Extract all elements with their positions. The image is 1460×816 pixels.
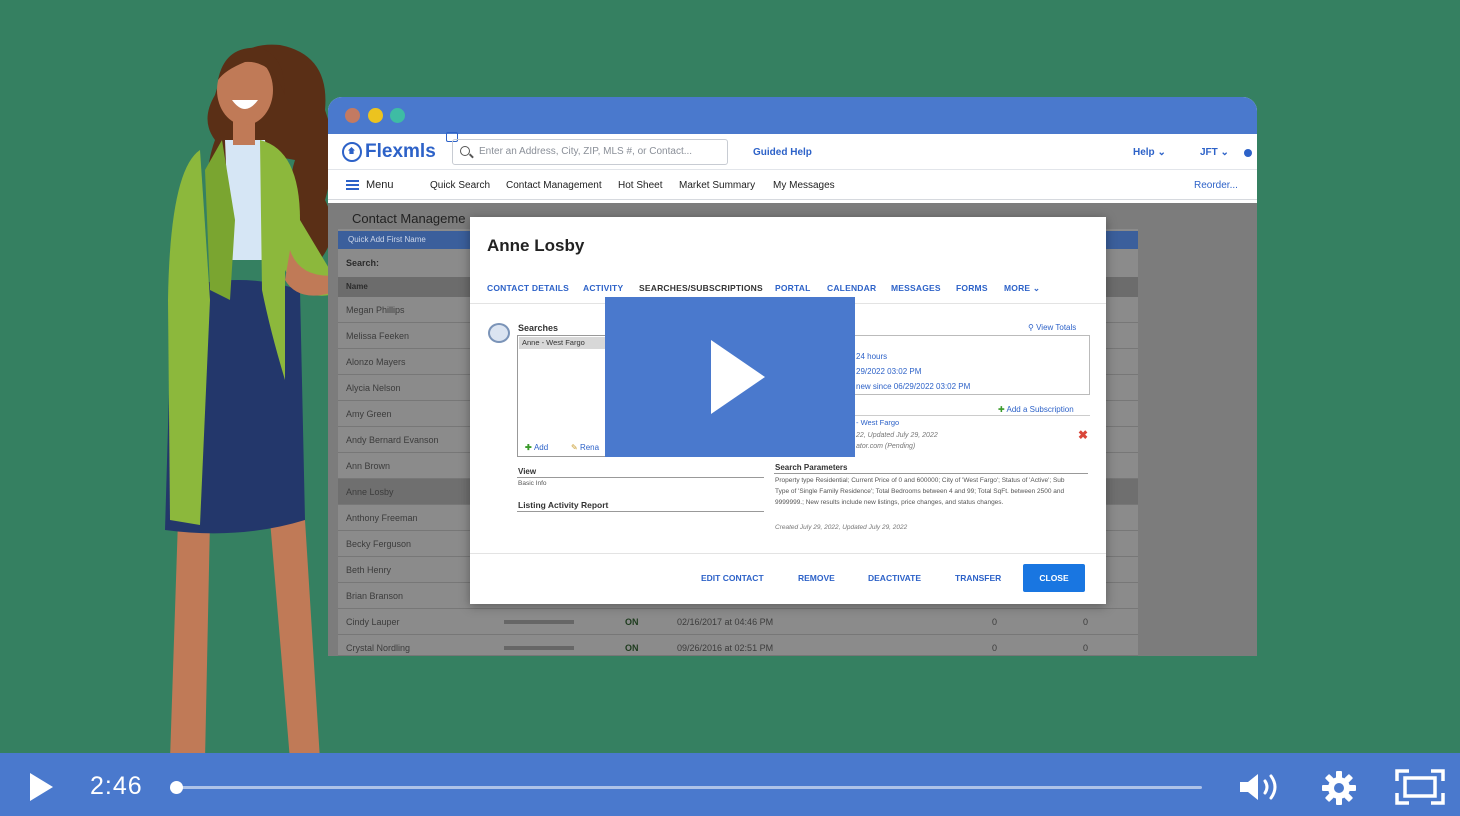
tab-messages[interactable]: MESSAGES bbox=[891, 283, 941, 293]
app-header: Flexmls Enter an Address, City, ZIP, MLS… bbox=[328, 132, 1257, 170]
search-icon bbox=[460, 146, 470, 156]
tab-activity[interactable]: ACTIVITY bbox=[583, 283, 623, 293]
close-button[interactable]: CLOSE bbox=[1023, 564, 1085, 592]
search-list-item[interactable]: Anne - West Fargo bbox=[519, 337, 611, 349]
menu-item-quick-search[interactable]: Quick Search bbox=[430, 180, 490, 191]
search-icon: ⚲ bbox=[1028, 323, 1037, 332]
menu-button[interactable]: Menu bbox=[366, 179, 394, 191]
flexmls-logo[interactable]: Flexmls bbox=[342, 141, 436, 163]
page-title: Contact Manageme bbox=[352, 211, 466, 226]
add-subscription-button[interactable]: ✚ Add a Subscription bbox=[998, 405, 1074, 414]
created-updated-text: Created July 29, 2022, Updated July 29, … bbox=[775, 524, 908, 531]
subscription-dates: 22, Updated July 29, 2022 bbox=[856, 432, 938, 439]
total-24-hours[interactable]: 24 hours bbox=[856, 352, 887, 361]
edit-contact-button[interactable]: EDIT CONTACT bbox=[701, 573, 764, 583]
search-label: Search: bbox=[346, 258, 380, 268]
tab-calendar[interactable]: CALENDAR bbox=[827, 283, 876, 293]
tab-portal[interactable]: PORTAL bbox=[775, 283, 811, 293]
guided-help-link[interactable]: Guided Help bbox=[753, 147, 812, 158]
view-heading: View bbox=[518, 467, 537, 476]
quick-add-label[interactable]: Quick Add First Name bbox=[348, 235, 426, 244]
tab-contact-details[interactable]: CONTACT DETAILS bbox=[487, 283, 569, 293]
view-underline bbox=[517, 477, 764, 478]
search-parameters-underline bbox=[774, 473, 1088, 474]
view-totals-link[interactable]: ⚲ View Totals bbox=[1028, 323, 1076, 332]
subscription-divider bbox=[850, 415, 1090, 416]
search-parameters-text: Property type Residential; Current Price… bbox=[775, 477, 1065, 506]
play-icon[interactable] bbox=[30, 773, 53, 801]
listing-activity-heading[interactable]: Listing Activity Report bbox=[518, 500, 608, 510]
tab-forms[interactable]: FORMS bbox=[956, 283, 988, 293]
plus-icon: ✚ bbox=[525, 443, 534, 452]
pencil-icon: ✎ bbox=[571, 443, 580, 452]
global-search-input[interactable]: Enter an Address, City, ZIP, MLS #, or C… bbox=[452, 139, 728, 165]
rename-search-button[interactable]: ✎ Rena bbox=[571, 443, 599, 452]
listing-activity-underline bbox=[517, 511, 764, 512]
table-row[interactable]: Cindy Lauper ON 02/16/2017 at 04:46 PM 0… bbox=[338, 609, 1138, 635]
progress-track[interactable] bbox=[170, 781, 1202, 794]
total-new-since[interactable]: new since 06/29/2022 03:02 PM bbox=[856, 382, 970, 391]
video-control-bar: 2:46 bbox=[0, 753, 1460, 816]
deactivate-button[interactable]: DEACTIVATE bbox=[868, 573, 921, 583]
help-dropdown[interactable]: Help ⌄ bbox=[1133, 147, 1166, 158]
remove-button[interactable]: REMOVE bbox=[798, 573, 835, 583]
main-menu-bar: Menu Quick Search Contact Management Hot… bbox=[328, 170, 1257, 200]
settings-gear-icon[interactable] bbox=[1320, 769, 1358, 807]
modal-title: Anne Losby bbox=[487, 236, 585, 255]
hamburger-icon[interactable] bbox=[346, 180, 359, 190]
subscription-status: ator.com (Pending) bbox=[856, 443, 916, 450]
view-value[interactable]: Basic Info bbox=[518, 478, 547, 489]
total-since-date[interactable]: 29/2022 03:02 PM bbox=[856, 367, 921, 376]
window-maximize-dot[interactable] bbox=[390, 108, 405, 123]
progress-handle[interactable] bbox=[170, 781, 183, 794]
volume-icon[interactable] bbox=[1238, 770, 1282, 804]
fullscreen-icon[interactable] bbox=[1395, 769, 1445, 805]
home-pin-icon bbox=[342, 142, 362, 162]
delete-subscription-icon[interactable]: ✖ bbox=[1078, 428, 1088, 442]
search-parameters-heading: Search Parameters bbox=[775, 463, 848, 472]
searches-heading: Searches bbox=[518, 323, 559, 333]
play-icon bbox=[711, 340, 765, 414]
notification-bell-icon[interactable] bbox=[1244, 149, 1252, 157]
tab-more[interactable]: MORE ⌄ bbox=[1004, 283, 1040, 294]
window-minimize-dot[interactable] bbox=[368, 108, 383, 123]
big-play-button[interactable] bbox=[605, 297, 855, 457]
tab-searches-subscriptions[interactable]: SEARCHES/SUBSCRIPTIONS bbox=[639, 283, 763, 293]
window-close-dot[interactable] bbox=[345, 108, 360, 123]
browser-titlebar bbox=[328, 97, 1257, 134]
searches-icon bbox=[488, 323, 510, 343]
menu-item-hot-sheet[interactable]: Hot Sheet bbox=[618, 180, 662, 191]
table-row[interactable]: Crystal Nordling ON 09/26/2016 at 02:51 … bbox=[338, 635, 1138, 656]
menu-item-contact-management[interactable]: Contact Management bbox=[506, 180, 602, 191]
current-time: 2:46 bbox=[90, 772, 143, 800]
user-dropdown[interactable]: JFT ⌄ bbox=[1200, 147, 1229, 158]
searches-list[interactable]: Anne - West Fargo bbox=[517, 335, 613, 457]
reorder-link[interactable]: Reorder... bbox=[1194, 180, 1238, 191]
transfer-button[interactable]: TRANSFER bbox=[955, 573, 1001, 583]
modal-footer-divider bbox=[470, 553, 1106, 554]
name-column-header[interactable]: Name bbox=[346, 282, 368, 291]
add-search-button[interactable]: ✚ Add bbox=[525, 443, 548, 452]
subscription-name[interactable]: - West Fargo bbox=[856, 418, 899, 427]
menu-item-market-summary[interactable]: Market Summary bbox=[679, 180, 755, 191]
menu-item-my-messages[interactable]: My Messages bbox=[773, 180, 835, 191]
